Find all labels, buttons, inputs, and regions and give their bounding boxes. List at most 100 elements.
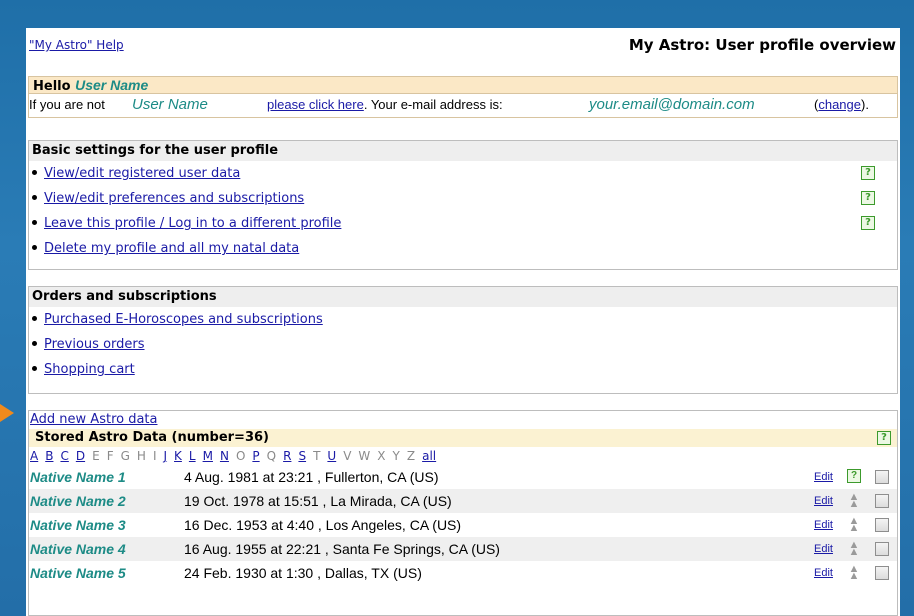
bullet-icon bbox=[32, 316, 37, 321]
letter-filter-y: Y bbox=[392, 449, 400, 463]
list-item: Shopping cart bbox=[29, 357, 897, 382]
letter-filter-k[interactable]: K bbox=[174, 447, 182, 465]
stored-astro-title: Stored Astro Data (number=36) bbox=[35, 430, 269, 445]
bullet-icon bbox=[32, 366, 37, 371]
letter-filter-q: Q bbox=[266, 449, 277, 463]
view-edit-preferences-link[interactable]: View/edit preferences and subscriptions bbox=[44, 191, 304, 206]
help-icon[interactable]: ? bbox=[847, 469, 861, 483]
letter-filter-j[interactable]: J bbox=[163, 447, 167, 465]
letter-filter-a[interactable]: A bbox=[30, 447, 38, 465]
letter-filter-f: F bbox=[106, 449, 114, 463]
list-item: View/edit preferences and subscriptions … bbox=[29, 186, 897, 211]
hello-heading: Hello User Name bbox=[28, 76, 898, 94]
table-row: Native Name 5 24 Feb. 1930 at 1:30 , Dall… bbox=[29, 561, 897, 585]
letter-filter-e: E bbox=[92, 449, 100, 463]
letter-filter-v: V bbox=[343, 449, 352, 463]
move-up-icon[interactable]: ▲ ▲ bbox=[847, 540, 861, 558]
stored-astro-box: Add new Astro data Stored Astro Data (nu… bbox=[28, 410, 898, 616]
my-astro-help-link[interactable]: "My Astro" Help bbox=[29, 38, 124, 52]
native-name[interactable]: Native Name 5 bbox=[30, 561, 126, 585]
row-checkbox[interactable] bbox=[875, 470, 889, 484]
edit-link[interactable]: Edit bbox=[814, 561, 833, 585]
bullet-icon bbox=[32, 245, 37, 250]
email-address: your.email@domain.com bbox=[589, 96, 755, 113]
native-details: 16 Aug. 1955 at 22:21 , Santa Fe Springs… bbox=[184, 541, 500, 557]
native-name[interactable]: Native Name 3 bbox=[30, 513, 126, 537]
row-checkbox[interactable] bbox=[875, 518, 889, 532]
list-item: Leave this profile / Log in to a differe… bbox=[29, 211, 897, 236]
native-name[interactable]: Native Name 4 bbox=[30, 537, 126, 561]
row-checkbox[interactable] bbox=[875, 566, 889, 580]
letter-filter-u[interactable]: U bbox=[327, 447, 336, 465]
shopping-cart-link[interactable]: Shopping cart bbox=[44, 362, 135, 377]
native-name[interactable]: Native Name 1 bbox=[30, 465, 126, 489]
help-icon[interactable]: ? bbox=[877, 431, 891, 445]
letter-filter-t: T bbox=[313, 449, 321, 463]
letter-filter-all[interactable]: all bbox=[422, 447, 436, 465]
native-details: 16 Dec. 1953 at 4:40 , Los Angeles, CA (… bbox=[184, 517, 462, 533]
change-email-link[interactable]: change bbox=[818, 97, 861, 112]
letter-filter-o: O bbox=[235, 449, 246, 463]
table-row: Native Name 2 19 Oct. 1978 at 15:51 , La … bbox=[29, 489, 897, 513]
hello-user-name: User Name bbox=[75, 77, 149, 93]
delete-profile-link[interactable]: Delete my profile and all my natal data bbox=[44, 241, 299, 256]
letter-filter-b[interactable]: B bbox=[45, 447, 53, 465]
bullet-icon bbox=[32, 195, 37, 200]
view-edit-user-data-link[interactable]: View/edit registered user data bbox=[44, 166, 240, 181]
letter-filter-r[interactable]: R bbox=[283, 447, 291, 465]
help-icon[interactable]: ? bbox=[861, 216, 875, 230]
letter-filter-n[interactable]: N bbox=[220, 447, 229, 465]
stored-astro-heading: Stored Astro Data (number=36) ? bbox=[29, 429, 897, 447]
table-row: Native Name 3 16 Dec. 1953 at 4:40 , Los … bbox=[29, 513, 897, 537]
list-item: Delete my profile and all my natal data bbox=[29, 236, 897, 261]
astro-data-list: Native Name 1 4 Aug. 1981 at 23:21 , Full… bbox=[29, 465, 897, 585]
profile-panel: "My Astro" Help My Astro: User profile o… bbox=[26, 28, 900, 616]
orders-heading: Orders and subscriptions bbox=[29, 287, 897, 307]
move-up-icon[interactable]: ▲ ▲ bbox=[847, 516, 861, 534]
letter-filter-m[interactable]: M bbox=[203, 447, 213, 465]
list-item: Purchased E-Horoscopes and subscriptions bbox=[29, 307, 897, 332]
table-row: Native Name 4 16 Aug. 1955 at 22:21 , San… bbox=[29, 537, 897, 561]
hello-greeting: Hello bbox=[33, 79, 71, 94]
move-up-icon[interactable]: ▲ ▲ bbox=[847, 564, 861, 582]
bullet-icon bbox=[32, 220, 37, 225]
basic-settings-heading: Basic settings for the user profile bbox=[29, 141, 897, 161]
leave-profile-link[interactable]: Leave this profile / Log in to a differe… bbox=[44, 216, 341, 231]
basic-settings-box: Basic settings for the user profile View… bbox=[28, 140, 898, 270]
email-label: . Your e-mail address is: bbox=[363, 97, 503, 112]
row-checkbox[interactable] bbox=[875, 542, 889, 556]
change-paren-close: ). bbox=[861, 97, 869, 112]
letter-filter-x: X bbox=[377, 449, 386, 463]
not-prefix: If you are not bbox=[29, 97, 105, 112]
edit-link[interactable]: Edit bbox=[814, 489, 833, 513]
user-name-text: User Name bbox=[132, 96, 208, 113]
click-here-link[interactable]: please click here bbox=[267, 97, 364, 112]
row-checkbox[interactable] bbox=[875, 494, 889, 508]
purchased-horoscopes-link[interactable]: Purchased E-Horoscopes and subscriptions bbox=[44, 312, 323, 327]
edit-link[interactable]: Edit bbox=[814, 513, 833, 537]
native-name[interactable]: Native Name 2 bbox=[30, 489, 126, 513]
edit-link[interactable]: Edit bbox=[814, 537, 833, 561]
native-details: 4 Aug. 1981 at 23:21 , Fullerton, CA (US… bbox=[184, 469, 439, 485]
orange-arrow-icon bbox=[0, 404, 14, 422]
bullet-icon bbox=[32, 341, 37, 346]
move-up-icon[interactable]: ▲ ▲ bbox=[847, 492, 861, 510]
letter-filter-s[interactable]: S bbox=[298, 447, 306, 465]
alphabet-filter: A B C D E F G H I J K L M N O P Q R S T U V W X Y Zall bbox=[29, 447, 897, 465]
native-details: 19 Oct. 1978 at 15:51 , La Mirada, CA (U… bbox=[184, 493, 452, 509]
help-icon[interactable]: ? bbox=[861, 166, 875, 180]
letter-filter-i: I bbox=[152, 449, 157, 463]
table-row: Native Name 1 4 Aug. 1981 at 23:21 , Full… bbox=[29, 465, 897, 489]
letter-filter-l[interactable]: L bbox=[189, 447, 196, 465]
letter-filter-p[interactable]: P bbox=[252, 447, 259, 465]
edit-link[interactable]: Edit bbox=[814, 465, 833, 489]
add-astro-data-link[interactable]: Add new Astro data bbox=[29, 411, 897, 429]
letter-filter-z: Z bbox=[406, 449, 416, 463]
orders-box: Orders and subscriptions Purchased E-Hor… bbox=[28, 286, 898, 394]
previous-orders-link[interactable]: Previous orders bbox=[44, 337, 145, 352]
help-icon[interactable]: ? bbox=[861, 191, 875, 205]
letter-filter-c[interactable]: C bbox=[60, 447, 68, 465]
hello-info-line: If you are not User Name please click he… bbox=[28, 94, 898, 118]
list-item: Previous orders bbox=[29, 332, 897, 357]
letter-filter-d[interactable]: D bbox=[76, 447, 85, 465]
